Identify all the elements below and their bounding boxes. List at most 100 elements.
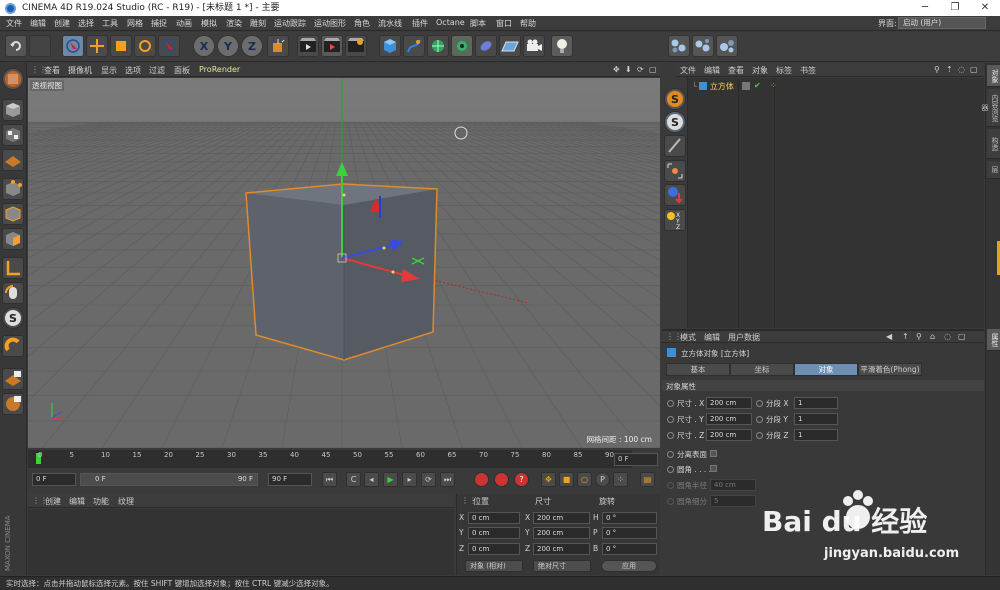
tweak-mode-icon[interactable] bbox=[2, 282, 24, 304]
octane-tag-icon[interactable]: S bbox=[664, 88, 686, 110]
menu-select[interactable]: 选择 bbox=[78, 18, 94, 29]
redo-icon[interactable] bbox=[29, 35, 51, 57]
maximize-button[interactable]: ❐ bbox=[940, 0, 970, 16]
magnet-icon[interactable] bbox=[2, 335, 24, 357]
axis-xyz-icon[interactable]: XYZ bbox=[664, 209, 686, 231]
menu-octane[interactable]: Octane bbox=[436, 18, 465, 27]
tab-object[interactable]: 对象 bbox=[794, 363, 858, 376]
move-icon[interactable] bbox=[86, 35, 108, 57]
menu-file[interactable]: 文件 bbox=[6, 18, 22, 29]
prev-key-icon[interactable]: C bbox=[346, 472, 361, 487]
material-menu-function[interactable]: 功能 bbox=[93, 496, 109, 507]
timeline-ruler[interactable]: 0 5 10 15 20 25 30 35 40 45 50 55 60 65 70 75 80 85 90 bbox=[28, 450, 632, 468]
om-menu-edit[interactable]: 编辑 bbox=[704, 65, 720, 76]
render-settings-icon[interactable] bbox=[345, 35, 367, 57]
material-menu-create[interactable]: 创建 bbox=[45, 496, 61, 507]
lock-workplane-icon[interactable] bbox=[2, 368, 24, 390]
start-frame-field[interactable]: 0 F bbox=[32, 473, 76, 486]
octane-settings-icon[interactable] bbox=[692, 35, 714, 57]
menu-render[interactable]: 渲染 bbox=[226, 18, 242, 29]
pen-spline-icon[interactable] bbox=[403, 35, 425, 57]
menu-character[interactable]: 角色 bbox=[354, 18, 370, 29]
om-menu-view[interactable]: 查看 bbox=[728, 65, 744, 76]
viewport-menu-camera[interactable]: 摄像机 bbox=[68, 65, 92, 76]
next-key-icon[interactable]: ⟳ bbox=[421, 472, 436, 487]
prev-frame-icon[interactable]: ◂ bbox=[364, 472, 379, 487]
menu-script[interactable]: 脚本 bbox=[470, 18, 486, 29]
key-rotation-icon[interactable]: ○ bbox=[577, 472, 592, 487]
tab-structure[interactable]: 构造 bbox=[987, 129, 1000, 159]
om-menu-file[interactable]: 文件 bbox=[680, 65, 696, 76]
tab-coord[interactable]: 坐标 bbox=[730, 363, 794, 376]
undo-icon[interactable] bbox=[5, 35, 27, 57]
knife-icon[interactable] bbox=[664, 135, 686, 157]
apply-button[interactable]: 应用 bbox=[601, 560, 657, 572]
record-keys-icon[interactable] bbox=[474, 472, 489, 487]
fillet-radius-field[interactable]: 40 cm bbox=[710, 479, 756, 491]
polygon-mode-icon[interactable] bbox=[2, 228, 24, 250]
rotate-icon[interactable] bbox=[134, 35, 156, 57]
key-position-icon[interactable]: ✥ bbox=[541, 472, 556, 487]
light-icon[interactable] bbox=[551, 35, 573, 57]
view-label[interactable]: 透视视图 bbox=[30, 80, 64, 91]
z-axis-lock-icon[interactable]: Z bbox=[241, 35, 263, 57]
menu-snap[interactable]: 捕捉 bbox=[151, 18, 167, 29]
rot-b-field[interactable]: 0 ° bbox=[602, 543, 657, 555]
menu-window[interactable]: 窗口 bbox=[496, 18, 512, 29]
om-up-icon[interactable]: ⇡ bbox=[946, 65, 953, 74]
viewport-pan-icon[interactable]: ✥ bbox=[613, 65, 620, 74]
y-axis-lock-icon[interactable]: Y bbox=[217, 35, 239, 57]
object-row-cube[interactable]: └ 立方体 ✔ ⁘ bbox=[692, 81, 980, 93]
size-x-field[interactable]: 200 cm bbox=[533, 512, 590, 524]
texture-mode-icon[interactable] bbox=[2, 124, 24, 146]
minimize-button[interactable]: ─ bbox=[910, 0, 940, 16]
tab-phong[interactable]: 平滑着色(Phong) bbox=[858, 363, 922, 376]
end-frame-field[interactable]: 90 F bbox=[268, 473, 312, 486]
goto-start-icon[interactable]: ⏮ bbox=[322, 472, 337, 487]
menu-create[interactable]: 创建 bbox=[54, 18, 70, 29]
am-menu-userdata[interactable]: 用户数据 bbox=[728, 332, 760, 343]
rot-h-field[interactable]: 0 ° bbox=[602, 512, 657, 524]
preview-range-slider[interactable]: 0 F 90 F bbox=[80, 473, 258, 486]
seg-x-attr-field[interactable]: 1 bbox=[794, 397, 838, 409]
pos-y-field[interactable]: 0 cm bbox=[468, 527, 520, 539]
tab-objects[interactable]: 对象 bbox=[987, 65, 1000, 87]
timeline-window-icon[interactable]: ▤ bbox=[640, 472, 655, 487]
menu-sculpt[interactable]: 雕刻 bbox=[250, 18, 266, 29]
play-icon[interactable]: ▶ bbox=[383, 472, 398, 487]
perspective-viewport[interactable]: 透视视图 网格间距 : 100 cm bbox=[28, 78, 660, 448]
am-search-icon[interactable]: ⚲ bbox=[916, 332, 922, 341]
menu-help[interactable]: 帮助 bbox=[520, 18, 536, 29]
viewport-menu-panel[interactable]: 面板 bbox=[174, 65, 190, 76]
material-menu-edit[interactable]: 编辑 bbox=[69, 496, 85, 507]
viewport-menu-display[interactable]: 显示 bbox=[101, 65, 117, 76]
octane-live-viewer-icon[interactable] bbox=[668, 35, 690, 57]
next-frame-icon[interactable]: ▸ bbox=[402, 472, 417, 487]
tab-layers[interactable]: 层 bbox=[987, 161, 1000, 179]
pos-x-field[interactable]: 0 cm bbox=[468, 512, 520, 524]
menu-edit[interactable]: 编辑 bbox=[30, 18, 46, 29]
viewport-menu-view[interactable]: 查看 bbox=[44, 65, 60, 76]
drop-to-floor-icon[interactable] bbox=[664, 184, 686, 206]
deformer-icon[interactable] bbox=[475, 35, 497, 57]
coordinate-system-icon[interactable] bbox=[267, 35, 289, 57]
key-param-icon[interactable]: P bbox=[595, 472, 610, 487]
octane-objects-icon[interactable] bbox=[716, 35, 738, 57]
rot-p-field[interactable]: 0 ° bbox=[602, 527, 657, 539]
fillet-checkbox[interactable] bbox=[710, 465, 717, 472]
close-button[interactable]: ✕ bbox=[970, 0, 1000, 16]
auto-key-icon[interactable] bbox=[494, 472, 509, 487]
render-region-icon[interactable] bbox=[321, 35, 343, 57]
om-search-icon[interactable]: ⚲ bbox=[934, 65, 940, 74]
recent-tool-icon[interactable] bbox=[158, 35, 180, 57]
tab-attributes[interactable]: 属性 bbox=[987, 329, 1000, 351]
subdivision-icon[interactable] bbox=[427, 35, 449, 57]
mograph-cloner-icon[interactable] bbox=[451, 35, 473, 57]
coord-size-dropdown[interactable]: 绝对尺寸 bbox=[533, 560, 591, 572]
camera-icon[interactable] bbox=[523, 35, 545, 57]
size-y-field[interactable]: 200 cm bbox=[533, 527, 590, 539]
live-select-icon[interactable] bbox=[62, 35, 84, 57]
om-pin-icon[interactable]: ◌ bbox=[958, 65, 965, 74]
viewport-menu-options[interactable]: 选项 bbox=[125, 65, 141, 76]
seg-y-attr-field[interactable]: 1 bbox=[794, 413, 838, 425]
